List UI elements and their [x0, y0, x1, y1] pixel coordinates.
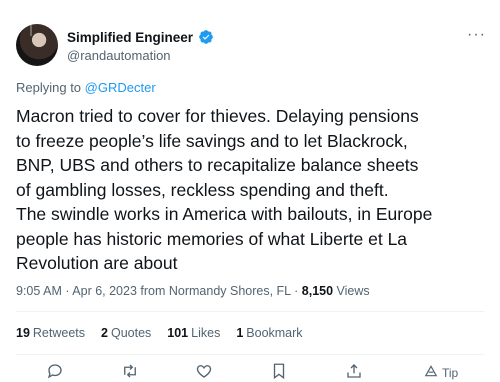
bookmark-icon: [270, 362, 288, 382]
replying-prefix: Replying to: [16, 80, 85, 95]
likes-label: Likes: [191, 326, 221, 340]
retweets-stat[interactable]: 19 Retweets: [16, 326, 85, 340]
views-count: 8,150: [301, 284, 334, 298]
engagement-stats: 19 Retweets 2 Quotes 101 Likes 1 Bookmark: [16, 326, 303, 340]
author-handle[interactable]: @randautomation: [67, 48, 171, 63]
replying-mention-link[interactable]: @GRDecter: [85, 80, 156, 95]
tip-label: Tip: [442, 366, 459, 380]
tweet-header: Simplified Engineer @randautomation ···: [16, 20, 486, 68]
tweet-text: Macron tried to cover for thieves. Delay…: [16, 106, 433, 273]
share-icon: [345, 362, 363, 382]
views-label: Views: [333, 284, 370, 298]
quotes-stat[interactable]: 2 Quotes: [101, 326, 151, 340]
retweets-label: Retweets: [32, 326, 86, 340]
divider: [16, 354, 484, 355]
bookmarks-label: Bookmark: [246, 326, 303, 340]
bookmark-button[interactable]: [270, 362, 288, 382]
avatar[interactable]: [16, 24, 58, 66]
display-name[interactable]: Simplified Engineer: [67, 30, 193, 45]
like-button[interactable]: [195, 364, 213, 382]
likes-count: 101: [167, 326, 189, 340]
likes-stat[interactable]: 101 Likes: [167, 326, 220, 340]
replying-to: Replying to @GRDecter: [16, 80, 156, 95]
quotes-count: 2: [101, 326, 108, 340]
name-row: Simplified Engineer: [67, 28, 214, 46]
retweet-icon: [121, 362, 139, 382]
retweets-count: 19: [16, 326, 30, 340]
tip-button[interactable]: Tip: [424, 364, 458, 382]
verified-badge-icon: [198, 29, 214, 45]
tip-icon: [424, 364, 438, 382]
reply-button[interactable]: [46, 362, 64, 382]
tweet-detail: Simplified Engineer @randautomation ··· …: [0, 0, 500, 382]
more-options-icon[interactable]: ···: [467, 26, 486, 44]
reply-icon: [46, 362, 64, 382]
bookmarks-stat[interactable]: 1 Bookmark: [236, 326, 302, 340]
share-button[interactable]: [345, 362, 363, 382]
tweet-meta: 9:05 AM · Apr 6, 2023 from Normandy Shor…: [16, 284, 370, 298]
action-bar: Tip: [0, 362, 500, 382]
bookmarks-count: 1: [236, 326, 244, 340]
timestamp[interactable]: 9:05 AM · Apr 6, 2023 from Normandy Shor…: [16, 284, 302, 298]
divider: [16, 311, 484, 312]
quotes-label: Quotes: [110, 326, 152, 340]
like-icon: [195, 362, 213, 382]
retweet-button[interactable]: [121, 364, 139, 382]
